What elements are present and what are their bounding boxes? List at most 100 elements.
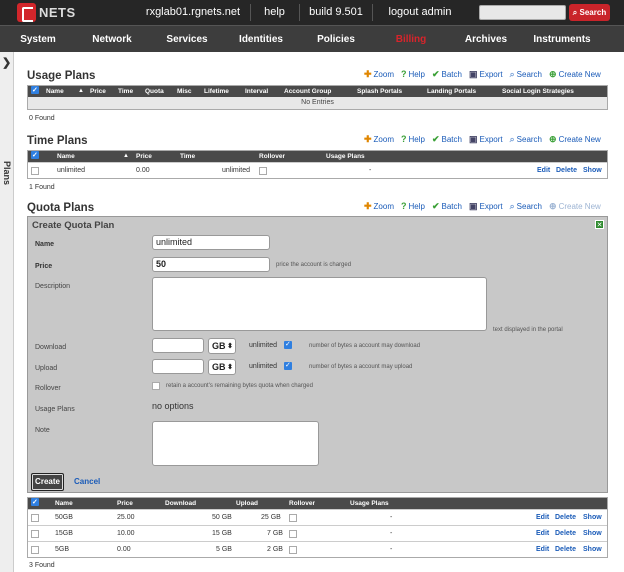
column-header[interactable]: Upload (236, 498, 258, 509)
sort-asc-icon[interactable]: ▲ (78, 86, 84, 97)
logout-link[interactable]: logout admin (380, 0, 460, 25)
row-checkbox[interactable] (31, 514, 39, 522)
help-button[interactable]: ? Help (401, 201, 425, 211)
rollover-checkbox[interactable] (152, 382, 160, 390)
download-unit-select[interactable]: GB ⬍ (208, 338, 236, 354)
nav-instruments[interactable]: Instruments (528, 26, 596, 53)
show-link[interactable]: Show (583, 510, 602, 526)
column-header[interactable]: Price (117, 498, 133, 509)
create-new-button[interactable]: ⊕ Create New (549, 69, 601, 80)
batch-button[interactable]: ✔ Batch (432, 69, 462, 80)
chevron-right-icon[interactable]: ❯ (2, 56, 11, 69)
global-search-button[interactable]: ⌕ Search (569, 4, 610, 21)
table-row[interactable]: unlimited 0.00 unlimited - Edit Delete S… (28, 162, 607, 178)
column-header[interactable]: Splash Portals (357, 86, 402, 97)
column-header[interactable]: Time (180, 151, 195, 162)
column-header[interactable]: Rollover (259, 151, 285, 162)
zoom-button[interactable]: ✚ Zoom (364, 69, 394, 80)
usage-plans-label: Usage Plans (35, 406, 75, 413)
column-header[interactable]: Price (90, 86, 106, 97)
row-checkbox[interactable] (31, 546, 39, 554)
column-header[interactable]: Account Group (284, 86, 331, 97)
column-header[interactable]: Name (55, 498, 73, 509)
sidebar-label[interactable]: Plans (2, 161, 12, 185)
nav-services[interactable]: Services (157, 26, 217, 53)
upload-unlimited-checkbox[interactable] (284, 361, 292, 370)
show-link[interactable]: Show (583, 526, 602, 542)
nav-system[interactable]: System (8, 26, 68, 53)
create-button[interactable]: Create (31, 473, 64, 491)
column-header[interactable]: Usage Plans (350, 498, 389, 509)
search-button[interactable]: ⌕ Search (510, 201, 542, 212)
column-header[interactable]: Rollover (289, 498, 315, 509)
cancel-button[interactable]: Cancel (74, 477, 100, 486)
close-x-icon[interactable]: ✕ (595, 220, 604, 229)
delete-link[interactable]: Delete (555, 526, 576, 542)
select-all-checkbox[interactable] (31, 497, 39, 508)
download-unlimited-checkbox[interactable] (284, 340, 292, 349)
name-input[interactable]: unlimited (152, 235, 270, 250)
delete-link[interactable]: Delete (555, 542, 576, 558)
price-input[interactable]: 50 (152, 257, 270, 272)
column-header[interactable]: Name (46, 86, 64, 97)
nav-archives[interactable]: Archives (456, 26, 516, 53)
price-hint: price the account is charged (276, 262, 352, 268)
sort-asc-icon[interactable]: ▲ (123, 151, 129, 162)
show-link[interactable]: Show (583, 163, 602, 179)
help-link[interactable]: help (256, 0, 293, 25)
column-header[interactable]: Interval (245, 86, 268, 97)
create-new-button[interactable]: ⊕ Create New (549, 134, 601, 145)
export-button[interactable]: ▣ Export (469, 69, 503, 80)
nav-identities[interactable]: Identities (230, 26, 292, 53)
column-header[interactable]: Time (118, 86, 133, 97)
cell-time: unlimited (222, 167, 251, 174)
batch-button[interactable]: ✔ Batch (432, 201, 462, 212)
edit-link[interactable]: Edit (536, 526, 549, 542)
column-header[interactable]: Usage Plans (326, 151, 365, 162)
table-row[interactable]: 5GB 0.00 5 GB 2 GB - Edit Delete Show (28, 541, 607, 557)
search-button[interactable]: ⌕ Search (510, 134, 542, 145)
delete-link[interactable]: Delete (556, 163, 577, 179)
select-all-checkbox[interactable] (31, 150, 39, 161)
cell-usage-plans: - (390, 530, 393, 537)
zoom-button[interactable]: ✚ Zoom (364, 201, 394, 212)
global-search-input[interactable] (479, 5, 566, 20)
nav-network[interactable]: Network (82, 26, 142, 53)
table-header: Name ▲ Price Time Rollover Usage Plans (28, 150, 607, 162)
row-checkbox[interactable] (31, 530, 39, 538)
description-textarea[interactable] (152, 277, 487, 331)
zoom-button[interactable]: ✚ Zoom (364, 134, 394, 145)
nav-policies[interactable]: Policies (306, 26, 366, 53)
export-button[interactable]: ▣ Export (469, 134, 503, 145)
download-input[interactable] (152, 338, 204, 353)
column-header[interactable]: Price (136, 151, 152, 162)
batch-icon: ✔ (431, 200, 440, 211)
row-checkbox[interactable] (31, 167, 39, 175)
edit-link[interactable]: Edit (536, 542, 549, 558)
column-header[interactable]: Quota (145, 86, 164, 97)
column-header[interactable]: Lifetime (204, 86, 229, 97)
column-header[interactable]: Misc (177, 86, 191, 97)
column-header[interactable]: Social Login Strategies (502, 86, 574, 97)
export-button[interactable]: ▣ Export (469, 201, 503, 212)
column-header[interactable]: Landing Portals (427, 86, 476, 97)
table-row[interactable]: 15GB 10.00 15 GB 7 GB - Edit Delete Show (28, 525, 607, 541)
table-row[interactable]: 50GB 25.00 50 GB 25 GB - Edit Delete Sho… (28, 509, 607, 525)
usage-plans-title: Usage Plans (27, 70, 96, 82)
delete-link[interactable]: Delete (555, 510, 576, 526)
upload-unit-select[interactable]: GB ⬍ (208, 359, 236, 375)
logo[interactable]: NETS (17, 3, 76, 22)
edit-link[interactable]: Edit (536, 510, 549, 526)
column-header[interactable]: Download (165, 498, 196, 509)
nav-billing[interactable]: Billing (381, 26, 441, 53)
show-link[interactable]: Show (583, 542, 602, 558)
help-button[interactable]: ? Help (401, 69, 425, 79)
column-header[interactable]: Name (57, 151, 75, 162)
upload-input[interactable] (152, 359, 204, 374)
select-all-checkbox[interactable] (31, 85, 39, 96)
help-button[interactable]: ? Help (401, 134, 425, 144)
note-textarea[interactable] (152, 421, 319, 466)
edit-link[interactable]: Edit (537, 163, 550, 179)
search-button[interactable]: ⌕ Search (510, 69, 542, 80)
batch-button[interactable]: ✔ Batch (432, 134, 462, 145)
